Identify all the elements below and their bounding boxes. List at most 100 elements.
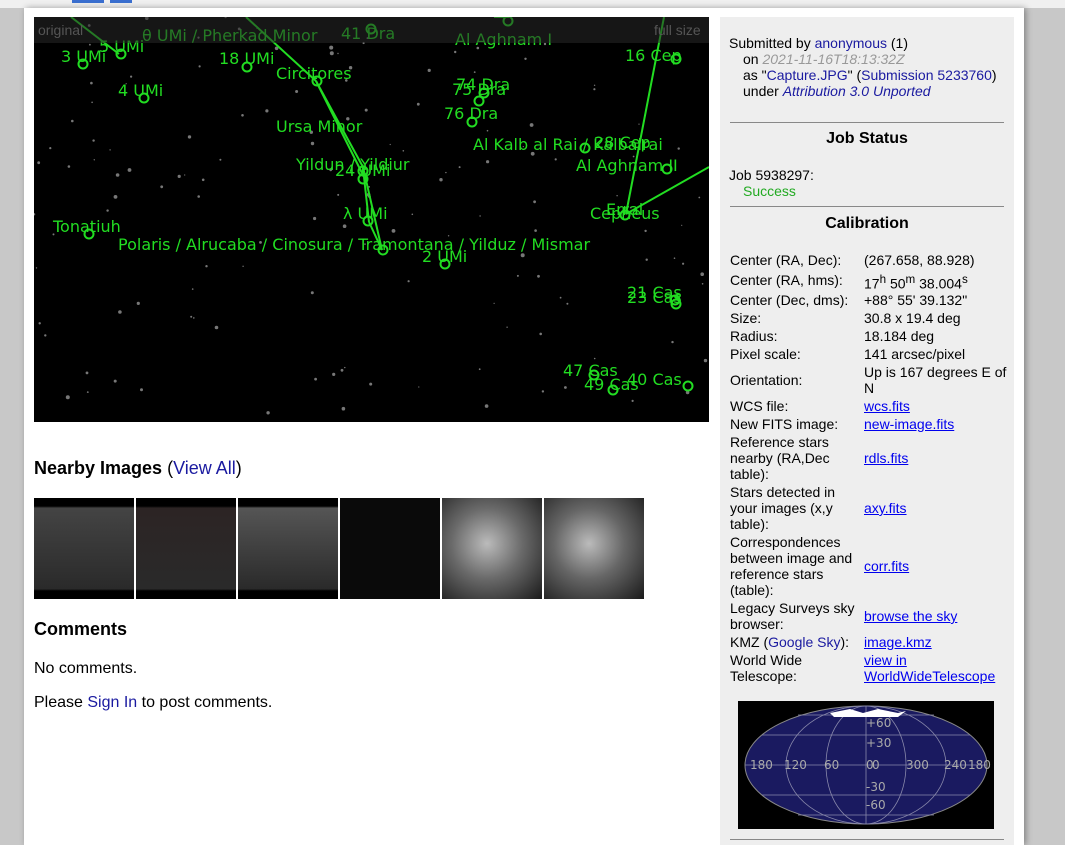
top-tab-2[interactable] xyxy=(110,0,132,3)
background-star xyxy=(631,399,634,402)
background-star xyxy=(65,395,70,400)
submission-link[interactable]: Submission 5233760 xyxy=(861,67,992,83)
background-star xyxy=(341,406,346,411)
star-label: Circitores xyxy=(276,64,352,83)
wcs-file-link[interactable]: wcs.fits xyxy=(864,398,1010,414)
star-label: 24 UMi xyxy=(335,161,390,180)
lat-label: -60 xyxy=(866,798,886,812)
lon-label: 60 xyxy=(824,758,839,772)
background-star xyxy=(89,43,91,46)
nearby-thumbnail[interactable] xyxy=(34,498,134,599)
cal-value: 30.8 x 19.4 deg xyxy=(864,310,961,326)
cal-key: WCS file: xyxy=(730,398,789,414)
background-star xyxy=(698,196,701,199)
background-star xyxy=(524,57,527,60)
comments-heading: Comments xyxy=(34,619,128,639)
star-label: 16 Cep xyxy=(625,46,682,65)
cal-key: Correspondences between image and refere… xyxy=(730,534,853,598)
license-link[interactable]: Attribution 3.0 Unported xyxy=(783,83,931,99)
on-label: on xyxy=(743,51,759,67)
google-sky-link[interactable]: Google Sky xyxy=(768,634,840,650)
star-label: 4 UMi xyxy=(118,81,163,100)
legacy-surveys-link[interactable]: browse the sky xyxy=(864,608,1010,624)
background-star xyxy=(541,390,545,393)
background-star xyxy=(473,71,476,73)
background-star xyxy=(265,109,269,113)
background-star xyxy=(193,317,195,319)
new-fits-link[interactable]: new-image.fits xyxy=(864,416,1010,432)
nearby-thumbnail[interactable] xyxy=(340,498,440,599)
background-star xyxy=(493,302,495,304)
background-star xyxy=(310,291,314,295)
lat-label: -30 xyxy=(866,780,886,794)
background-star xyxy=(191,288,194,290)
background-star xyxy=(533,200,536,204)
job-info: Job 5938297: Success xyxy=(729,167,814,199)
background-star xyxy=(700,272,704,276)
background-star xyxy=(454,50,457,54)
background-star xyxy=(411,213,414,216)
nearby-thumbnail[interactable] xyxy=(544,498,644,599)
nearby-thumbnail[interactable] xyxy=(136,498,236,599)
background-star xyxy=(90,81,93,85)
star-label: 3 UMi xyxy=(61,47,106,66)
background-star xyxy=(201,178,205,182)
background-star xyxy=(701,283,704,285)
background-star xyxy=(344,366,346,369)
tab-fullsize[interactable]: full size xyxy=(654,22,701,38)
nearby-thumbnail[interactable] xyxy=(442,498,542,599)
signin-prompt: Please Sign In to post comments. xyxy=(34,694,272,712)
background-star xyxy=(92,139,95,142)
star-label: Al Aghnam II xyxy=(576,156,678,175)
background-star xyxy=(49,147,52,150)
all-sky-map[interactable]: +60 +30 0 -30 -60 180 120 60 0 300 240 180 xyxy=(738,701,994,829)
filename-link[interactable]: Capture.JPG xyxy=(767,67,848,83)
view-all-link[interactable]: View All xyxy=(173,458,236,478)
sidebar: Submitted by anonymous (1) on 2021-11-16… xyxy=(720,17,1014,845)
annotated-sky-image[interactable]: θ UMi / Pherkad Minor41 DraAl Aghnam I5 … xyxy=(34,17,709,422)
top-tab-1[interactable] xyxy=(72,0,104,3)
divider-3 xyxy=(730,839,1004,840)
background-star xyxy=(140,388,143,392)
cal-key: World Wide Telescope: xyxy=(730,652,803,684)
job-id: Job 5938297: xyxy=(729,167,814,183)
kmz-link[interactable]: image.kmz xyxy=(864,634,1010,650)
background-star xyxy=(486,129,489,132)
background-star xyxy=(314,377,317,381)
background-star xyxy=(593,357,596,360)
background-star xyxy=(416,102,420,106)
axy-link[interactable]: axy.fits xyxy=(864,500,1010,516)
background-star xyxy=(593,88,596,91)
star-label: 40 Cas xyxy=(627,370,682,389)
background-star xyxy=(681,224,683,226)
page-content: θ UMi / Pherkad Minor41 DraAl Aghnam I5 … xyxy=(24,8,1024,845)
wwt-link[interactable]: view in WorldWideTelescope xyxy=(864,652,1010,684)
background-star xyxy=(486,160,490,164)
background-star xyxy=(534,229,537,232)
background-star xyxy=(214,325,219,330)
background-star xyxy=(682,262,685,265)
lon-label: 0 xyxy=(872,758,880,772)
background-star xyxy=(677,147,680,150)
background-star xyxy=(266,411,270,415)
lon-label: 300 xyxy=(906,758,929,772)
kmz-label: KMZ ( xyxy=(730,634,769,650)
background-star xyxy=(332,372,336,376)
background-star xyxy=(418,386,420,388)
sign-in-link[interactable]: Sign In xyxy=(87,694,137,711)
as-suffix: ) xyxy=(991,67,997,83)
background-star xyxy=(564,386,567,389)
image-view-tabs: original full size xyxy=(34,17,709,43)
under-label: under xyxy=(743,83,779,99)
background-star xyxy=(478,368,481,371)
background-star xyxy=(539,332,542,336)
background-star xyxy=(559,296,562,299)
tab-original[interactable]: original xyxy=(38,22,83,38)
background-star xyxy=(329,51,334,56)
corr-link[interactable]: corr.fits xyxy=(864,558,1010,574)
user-link[interactable]: anonymous xyxy=(815,35,887,51)
rdls-link[interactable]: rdls.fits xyxy=(864,450,1010,466)
nearby-thumbnail[interactable] xyxy=(238,498,338,599)
background-star xyxy=(187,135,192,139)
cal-key: Center (Dec, dms): xyxy=(730,292,849,308)
